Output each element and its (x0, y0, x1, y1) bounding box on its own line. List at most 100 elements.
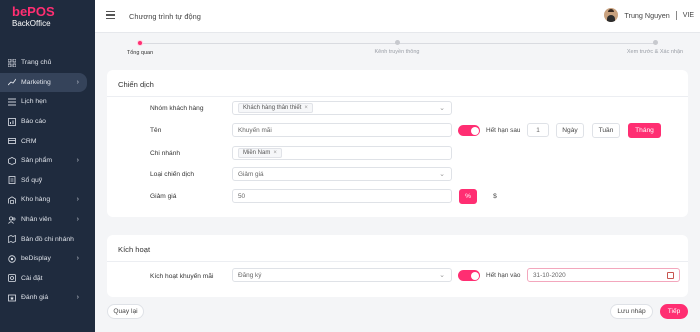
expiry-toggle[interactable] (458, 125, 480, 136)
sidebar-item-label: Lịch hẹn (21, 98, 47, 106)
expiry-label: Hết hạn sau (486, 127, 521, 134)
logo-be: be (12, 4, 28, 19)
trigger-select[interactable]: Đăng ký ⌄ (232, 268, 452, 282)
campaign-card: Chiến dịch Nhóm khách hàng Khách hàng th… (107, 70, 688, 217)
star-icon (7, 293, 16, 302)
sidebar-item-label: Trang chủ (21, 59, 52, 67)
user-name[interactable]: Trung Nguyen (624, 11, 669, 20)
page-title: Chương trình tự động (129, 12, 201, 21)
sidebar-nav: Trang chủ Marketing › Lịch hẹn Báo cáo C… (0, 53, 95, 308)
logo[interactable]: bePOS BackOffice (0, 0, 95, 44)
step-dot (394, 40, 400, 45)
menu-icon[interactable] (106, 11, 115, 19)
sidebar-item-nhan-vien[interactable]: Nhân viên › (0, 210, 95, 230)
avatar[interactable] (604, 8, 619, 22)
calendar-icon[interactable] (667, 272, 674, 279)
sidebar-item-ban-do-chi-nhanh[interactable]: Bản đồ chi nhánh (0, 229, 95, 249)
toggle-knob (470, 271, 479, 280)
toggle-knob (470, 126, 479, 135)
trigger-label: Kích hoạt khuyến mãi (150, 273, 214, 280)
chevron-right-icon: › (76, 196, 79, 204)
chart-bar-icon (7, 117, 16, 126)
discount-label: Giảm giá (150, 193, 177, 200)
branch-tag: Miền Nam × (238, 148, 282, 158)
sidebar-item-trang-chu[interactable]: Trang chủ (0, 53, 95, 73)
expire-on-label: Hết hạn vào (486, 272, 521, 279)
discount-input[interactable]: 50 (232, 189, 452, 203)
sidebar-item-bao-cao[interactable]: Báo cáo (0, 112, 95, 132)
branch-select[interactable]: Miền Nam × (232, 146, 452, 160)
stepper: Tổng quan Kênh truyền thông Xem trước & … (95, 36, 700, 62)
sidebar-item-label: Báo cáo (21, 118, 46, 126)
sidebar-item-label: Marketing (21, 78, 51, 86)
sidebar-item-bedisplay[interactable]: beDisplay › (0, 249, 95, 269)
sidebar-item-so-quy[interactable]: Sổ quỹ (0, 171, 95, 191)
expiry-value: 1 (536, 126, 540, 134)
chevron-right-icon: › (76, 216, 79, 224)
percent-button[interactable]: % (459, 189, 477, 204)
expire-date-input[interactable]: 31-10-2020 (527, 268, 680, 282)
discount-value: 50 (238, 192, 246, 200)
display-icon (7, 254, 16, 263)
next-button[interactable]: Tiếp (660, 304, 688, 319)
customer-group-select[interactable]: Khách hàng thân thiết × ⌄ (232, 101, 452, 115)
currency-button[interactable]: $ (486, 189, 504, 204)
user-menu[interactable]: Trung Nguyen VIE (604, 8, 694, 22)
expire-on-toggle[interactable] (458, 270, 480, 281)
unit-month-button[interactable]: Tháng (628, 123, 661, 138)
trigger-value: Đăng ký (238, 271, 262, 279)
step-preview-confirm[interactable]: Xem trước & Xác nhận (610, 40, 700, 55)
campaign-type-select[interactable]: Giảm giá ⌄ (232, 167, 452, 181)
chart-line-icon (7, 78, 16, 87)
sidebar-item-san-pham[interactable]: Sản phẩm › (0, 151, 95, 171)
warehouse-icon (7, 195, 16, 204)
sidebar-item-label: Sổ quỹ (21, 176, 43, 184)
card-icon (7, 137, 16, 146)
expire-date-value: 31-10-2020 (533, 271, 566, 279)
sidebar-item-cai-dat[interactable]: Cài đặt (0, 269, 95, 289)
close-icon[interactable]: × (273, 150, 277, 156)
step-label: Xem trước & Xác nhận (626, 49, 684, 55)
save-draft-button[interactable]: Lưu nháp (610, 304, 653, 319)
sidebar-item-label: Đánh giá (21, 294, 49, 302)
sidebar-item-marketing[interactable]: Marketing › (0, 72, 87, 93)
gear-icon (7, 274, 16, 283)
logo-pos: POS (27, 4, 55, 19)
divider (107, 261, 688, 262)
top-bar: Chương trình tự động Trung Nguyen VIE (95, 0, 700, 33)
step-channels[interactable]: Kênh truyền thông (352, 40, 442, 55)
name-input[interactable]: Khuyến mãi (232, 123, 452, 137)
expiry-value-input[interactable]: 1 (527, 123, 549, 137)
campaign-card-title: Chiến dịch (118, 80, 154, 89)
sidebar-item-label: Kho hàng (21, 196, 51, 204)
chevron-right-icon: › (76, 294, 79, 302)
step-overview[interactable]: Tổng quan (95, 40, 185, 56)
chevron-right-icon: › (76, 78, 79, 86)
step-label: Tổng quan (126, 50, 154, 56)
sidebar-item-label: beDisplay (21, 255, 51, 263)
sidebar-item-lich-hen[interactable]: Lịch hẹn (0, 92, 95, 112)
list-icon (7, 97, 16, 106)
chevron-down-icon: ⌄ (439, 171, 445, 178)
sidebar-item-label: Cài đặt (21, 274, 43, 282)
sidebar-item-label: Sản phẩm (21, 157, 52, 165)
unit-day-button[interactable]: Ngày (556, 123, 584, 138)
step-label: Kênh truyền thông (374, 49, 420, 55)
divider (107, 96, 688, 97)
sidebar-item-crm[interactable]: CRM (0, 131, 95, 151)
sidebar-item-label: CRM (21, 137, 37, 145)
campaign-type-label: Loại chiến dịch (150, 171, 194, 178)
ledger-icon (7, 176, 16, 185)
sidebar-item-kho-hang[interactable]: Kho hàng › (0, 190, 95, 210)
tag-label: Miền Nam (243, 150, 271, 156)
sidebar-item-label: Bản đồ chi nhánh (21, 235, 74, 243)
sidebar: bePOS BackOffice Trang chủ Marketing › L… (0, 0, 95, 332)
grid-icon (7, 58, 16, 67)
activation-card: Kích hoạt Kích hoạt khuyến mãi Đăng ký ⌄… (107, 235, 688, 297)
customer-group-label: Nhóm khách hàng (150, 105, 204, 112)
back-button[interactable]: Quay lại (107, 304, 144, 319)
language-selector[interactable]: VIE (683, 12, 694, 19)
close-icon[interactable]: × (304, 105, 308, 111)
sidebar-item-danh-gia[interactable]: Đánh giá › (0, 288, 95, 308)
unit-week-button[interactable]: Tuần (592, 123, 620, 138)
